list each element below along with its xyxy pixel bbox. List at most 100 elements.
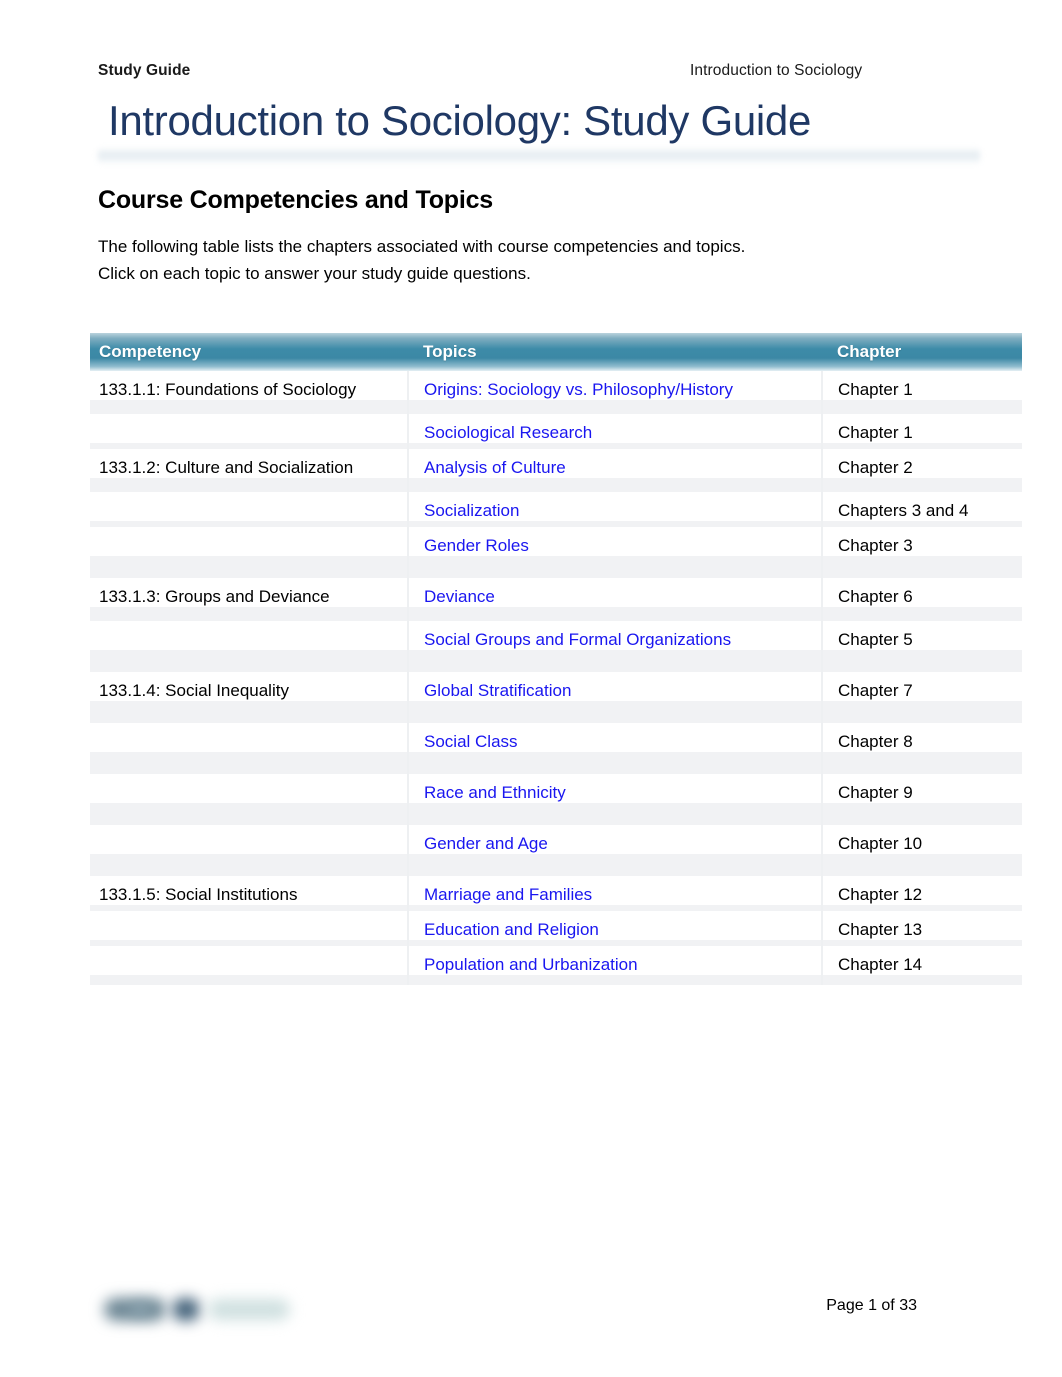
spacer-cell [408, 803, 823, 825]
topic-link[interactable]: Education and Religion [424, 920, 599, 939]
document-page: Study Guide Introduction to Sociology In… [0, 0, 1062, 1377]
table-row-spacer [90, 975, 1022, 985]
cell-chapter: Chapter 2 [822, 449, 1022, 478]
spacer-cell [408, 752, 823, 774]
cell-chapter: Chapters 3 and 4 [822, 492, 1022, 521]
chapter-text: Chapter 5 [838, 630, 913, 649]
cell-chapter: Chapter 3 [822, 527, 1022, 556]
cell-chapter: Chapter 14 [822, 946, 1022, 975]
spacer-cell [822, 701, 1022, 723]
topic-link[interactable]: Sociological Research [424, 423, 592, 442]
table-header: Competency Topics Chapter [90, 333, 1022, 371]
chapter-text: Chapter 8 [838, 732, 913, 751]
topic-link[interactable]: Socialization [424, 501, 519, 520]
topic-link[interactable]: Marriage and Families [424, 885, 592, 904]
table-row: Race and Ethnicity Chapter 9 [90, 774, 1022, 803]
cell-competency [90, 946, 409, 975]
spacer-cell [408, 854, 823, 876]
cell-chapter: Chapter 5 [822, 621, 1022, 650]
table-row-spacer [90, 478, 1022, 492]
logo-blob-icon [172, 1298, 200, 1321]
cell-topic: Origins: Sociology vs. Philosophy/Histor… [408, 371, 823, 400]
chapter-text: Chapter 2 [838, 458, 913, 477]
chapter-text: Chapter 7 [838, 681, 913, 700]
topic-link[interactable]: Origins: Sociology vs. Philosophy/Histor… [424, 380, 733, 399]
cell-competency: 133.1.3: Groups and Deviance [90, 578, 409, 607]
cell-topic: Social Class [408, 723, 823, 752]
spacer-cell [408, 400, 823, 414]
chapter-text: Chapter 9 [838, 783, 913, 802]
topic-link[interactable]: Race and Ethnicity [424, 783, 566, 802]
header-left-label: Study Guide [98, 62, 191, 79]
table-row: Gender Roles Chapter 3 [90, 527, 1022, 556]
cell-competency [90, 911, 409, 940]
topic-link[interactable]: Gender Roles [424, 536, 529, 555]
competency-text: 133.1.3: Groups and Deviance [99, 587, 330, 606]
chapter-text: Chapter 13 [838, 920, 923, 939]
cell-competency: 133.1.4: Social Inequality [90, 672, 409, 701]
section-heading: Course Competencies and Topics [98, 186, 494, 214]
table-row-spacer [90, 803, 1022, 825]
spacer-cell [822, 607, 1022, 621]
competency-text: 133.1.4: Social Inequality [99, 681, 289, 700]
cell-competency [90, 414, 409, 443]
cell-competency: 133.1.1: Foundations of Sociology [90, 371, 409, 400]
spacer-cell [408, 975, 823, 985]
spacer-cell [90, 803, 409, 825]
section-intro: The following table lists the chapters a… [98, 233, 745, 287]
footer-logo [100, 1289, 305, 1333]
chapter-text: Chapter 1 [838, 380, 913, 399]
table-row: Social Class Chapter 8 [90, 723, 1022, 752]
table-row: Population and Urbanization Chapter 14 [90, 946, 1022, 975]
spacer-cell [90, 752, 409, 774]
cell-chapter: Chapter 13 [822, 911, 1022, 940]
competency-table: Competency Topics Chapter 133.1.1: Found… [90, 333, 1022, 985]
table-row: Sociological Research Chapter 1 [90, 414, 1022, 443]
spacer-cell [408, 556, 823, 578]
column-header-topics: Topics [408, 333, 822, 371]
chapter-text: Chapter 6 [838, 587, 913, 606]
spacer-cell [90, 650, 409, 672]
competency-table-wrapper: Competency Topics Chapter 133.1.1: Found… [90, 333, 1022, 985]
cell-topic: Race and Ethnicity [408, 774, 823, 803]
table-row: Education and Religion Chapter 13 [90, 911, 1022, 940]
cell-chapter: Chapter 1 [822, 414, 1022, 443]
cell-topic: Social Groups and Formal Organizations [408, 621, 823, 650]
cell-competency [90, 492, 409, 521]
topic-link[interactable]: Social Groups and Formal Organizations [424, 630, 731, 649]
cell-competency: 133.1.5: Social Institutions [90, 876, 409, 905]
cell-chapter: Chapter 8 [822, 723, 1022, 752]
cell-chapter: Chapter 9 [822, 774, 1022, 803]
topic-link[interactable]: Gender and Age [424, 834, 548, 853]
topic-link[interactable]: Population and Urbanization [424, 955, 638, 974]
chapter-text: Chapters 3 and 4 [838, 501, 969, 520]
column-header-chapter: Chapter [822, 333, 1022, 371]
page-title: Introduction to Sociology: Study Guide [108, 97, 812, 144]
spacer-cell [822, 650, 1022, 672]
cell-topic: Deviance [408, 578, 823, 607]
topic-link[interactable]: Global Stratification [424, 681, 571, 700]
cell-chapter: Chapter 7 [822, 672, 1022, 701]
spacer-cell [822, 556, 1022, 578]
spacer-cell [90, 607, 409, 621]
column-header-competency: Competency [90, 333, 408, 371]
spacer-cell [90, 975, 409, 985]
cell-chapter: Chapter 10 [822, 825, 1022, 854]
spacer-cell [408, 478, 823, 492]
cell-topic: Gender and Age [408, 825, 823, 854]
cell-chapter: Chapter 6 [822, 578, 1022, 607]
cell-topic: Marriage and Families [408, 876, 823, 905]
chapter-text: Chapter 10 [838, 834, 923, 853]
table-row-spacer [90, 400, 1022, 414]
cell-chapter: Chapter 1 [822, 371, 1022, 400]
competency-text: 133.1.5: Social Institutions [99, 885, 298, 904]
topic-link[interactable]: Analysis of Culture [424, 458, 566, 477]
topic-link[interactable]: Social Class [424, 732, 518, 751]
topic-link[interactable]: Deviance [424, 587, 495, 606]
spacer-cell [822, 478, 1022, 492]
table-row-spacer [90, 607, 1022, 621]
chapter-text: Chapter 14 [838, 955, 923, 974]
spacer-cell [822, 400, 1022, 414]
spacer-cell [408, 607, 823, 621]
table-row: Gender and Age Chapter 10 [90, 825, 1022, 854]
